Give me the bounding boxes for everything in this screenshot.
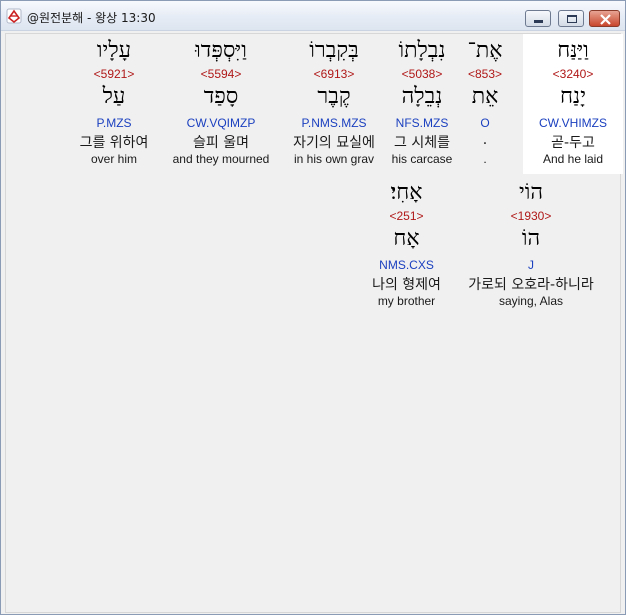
word-column[interactable]: הוֹי <1930> הוֹ J 가로되 오호라-하니라 saying, Al… bbox=[456, 176, 606, 316]
hebrew-lemma: סָפַד bbox=[203, 84, 239, 109]
korean-gloss: 그를 위하여 bbox=[79, 135, 149, 151]
strong-number[interactable]: <1930> bbox=[456, 209, 606, 223]
word-column[interactable]: אָחִי׃ <251> אָח NMS.CXS 나의 형제여 my broth… bbox=[359, 176, 454, 316]
english-gloss: And he laid bbox=[542, 152, 604, 166]
maximize-icon bbox=[567, 15, 577, 23]
morphology-code: NMS.CXS bbox=[379, 258, 434, 272]
hebrew-lemma: הוֹ bbox=[521, 226, 541, 251]
hebrew-lemma: אָח bbox=[393, 226, 420, 251]
morphology-code: P.MZS bbox=[96, 116, 132, 130]
minimize-icon bbox=[534, 20, 543, 23]
morphology-code: CW.VHIMZS bbox=[539, 116, 607, 130]
strong-number[interactable]: <251> bbox=[359, 209, 454, 223]
minimize-button[interactable] bbox=[525, 10, 551, 27]
strong-number[interactable]: <6913> bbox=[284, 67, 384, 81]
korean-gloss: 자기의 묘실에 bbox=[293, 135, 375, 151]
word-column[interactable]: נִבְלָתוֹ <5038> נְבֵלָה NFS.MZS 그 시체를 h… bbox=[377, 34, 467, 174]
hebrew-word: הוֹי bbox=[518, 180, 544, 205]
korean-gloss: 곧-두고 bbox=[551, 135, 595, 151]
morphology-code: CW.VQIMZP bbox=[186, 116, 256, 130]
strong-number[interactable]: <5594> bbox=[166, 67, 276, 81]
window-title: @원전분해 - 왕상 13:30 bbox=[27, 11, 156, 25]
hebrew-word: וַיִּסְפְּדוּ bbox=[195, 38, 247, 63]
word-column[interactable]: וַיַּנַּח <3240> יָנַח CW.VHIMZS 곧-두고 An… bbox=[523, 34, 623, 174]
korean-gloss: 그 시체를 bbox=[394, 135, 450, 151]
hebrew-lemma: יָנַח bbox=[560, 84, 586, 109]
title-bar[interactable]: @원전분해 - 왕상 13:30 bbox=[1, 1, 625, 31]
hebrew-word: בְּקִבְרוֹ bbox=[309, 38, 359, 63]
word-column[interactable]: עָלָיו <5921> עַל P.MZS 그를 위하여 over him bbox=[68, 34, 160, 174]
strong-number[interactable]: <5038> bbox=[377, 67, 467, 81]
english-gloss: my brother bbox=[377, 294, 436, 308]
english-gloss: saying, Alas bbox=[498, 294, 564, 308]
morphology-code: NFS.MZS bbox=[395, 116, 449, 130]
word-column[interactable]: וַיִּסְפְּדוּ <5594> סָפַד CW.VQIMZP 슬피 … bbox=[166, 34, 276, 174]
hebrew-lemma: עַל bbox=[102, 84, 126, 109]
hebrew-lemma: קֶבֶר bbox=[317, 84, 351, 109]
app-icon bbox=[6, 8, 22, 24]
korean-gloss: 나의 형제여 bbox=[372, 277, 441, 293]
korean-gloss: 가로되 오호라-하니라 bbox=[468, 277, 594, 293]
interlinear-panel: וַיַּנַּח <3240> יָנַח CW.VHIMZS 곧-두고 An… bbox=[5, 33, 623, 613]
hebrew-lemma: נְבֵלָה bbox=[401, 84, 443, 109]
korean-gloss: 슬피 울며 bbox=[193, 135, 249, 151]
english-gloss: and they mourned bbox=[172, 152, 270, 166]
strong-number[interactable]: <3240> bbox=[523, 67, 623, 81]
morphology-code: J bbox=[528, 258, 534, 272]
hebrew-word: אָחִי׃ bbox=[390, 180, 423, 205]
maximize-button[interactable] bbox=[558, 10, 584, 27]
close-button[interactable] bbox=[589, 10, 620, 27]
morphology-code: P.NMS.MZS bbox=[301, 116, 367, 130]
strong-number[interactable]: <5921> bbox=[68, 67, 160, 81]
hebrew-word: נִבְלָתוֹ bbox=[398, 38, 446, 63]
app-window: @원전분해 - 왕상 13:30 וַיַּנַּח <3240> יָנַח … bbox=[0, 0, 626, 615]
english-gloss: his carcase bbox=[391, 152, 453, 166]
english-gloss: in his own grav bbox=[293, 152, 375, 166]
hebrew-word: עָלָיו bbox=[96, 38, 132, 63]
word-column[interactable]: בְּקִבְרוֹ <6913> קֶבֶר P.NMS.MZS 자기의 묘실… bbox=[284, 34, 384, 174]
english-gloss: over him bbox=[90, 152, 137, 166]
close-icon bbox=[600, 14, 611, 25]
hebrew-word: וַיַּנַּח bbox=[557, 38, 589, 63]
